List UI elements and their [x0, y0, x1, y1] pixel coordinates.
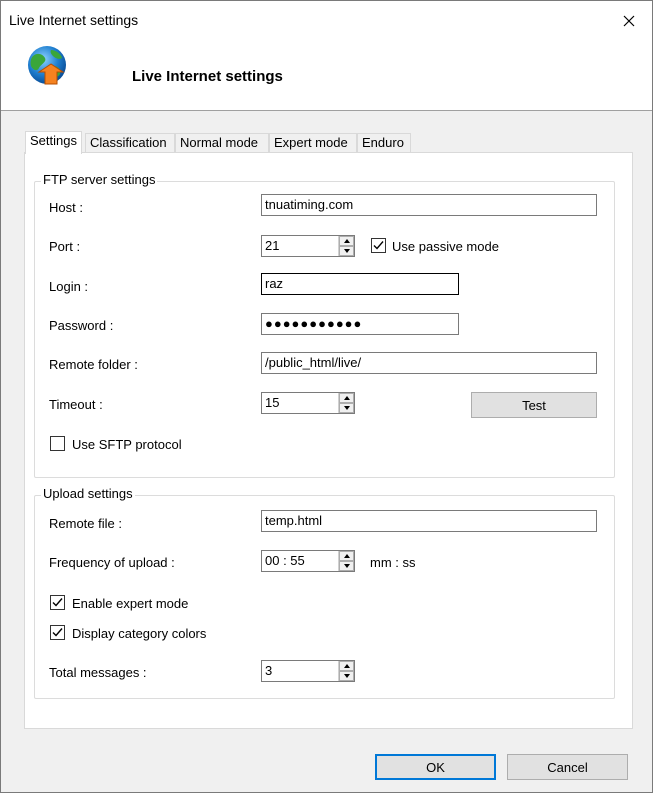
frequency-stepper[interactable]: 00 : 55	[261, 550, 355, 572]
arrow-down-icon	[343, 249, 350, 253]
remote-file-label: Remote file :	[49, 516, 122, 531]
login-input[interactable]: raz	[261, 273, 459, 295]
arrow-down-icon	[343, 564, 350, 568]
port-increment-button[interactable]	[339, 236, 354, 246]
upload-group-title: Upload settings	[41, 486, 135, 501]
passive-mode-checkbox[interactable]	[371, 238, 386, 253]
ftp-group-title: FTP server settings	[41, 172, 158, 187]
total-messages-decrement-button[interactable]	[339, 671, 354, 681]
remote-file-input[interactable]: temp.html	[261, 510, 597, 532]
port-label: Port :	[49, 239, 81, 254]
category-colors-label[interactable]: Display category colors	[72, 626, 206, 641]
timeout-label: Timeout :	[49, 397, 103, 412]
passive-mode-label[interactable]: Use passive mode	[392, 239, 499, 254]
remote-folder-input[interactable]: /public_html/live/	[261, 352, 597, 374]
port-stepper[interactable]: 21	[261, 235, 355, 257]
port-decrement-button[interactable]	[339, 246, 354, 256]
sftp-checkbox[interactable]	[50, 436, 65, 451]
tab-expert-mode[interactable]: Expert mode	[269, 133, 357, 153]
login-label: Login :	[49, 279, 89, 294]
frequency-value: 00 : 55	[265, 553, 305, 568]
expert-mode-label[interactable]: Enable expert mode	[72, 596, 188, 611]
timeout-value: 15	[265, 395, 280, 410]
globe-upload-icon	[28, 46, 66, 85]
close-icon	[623, 15, 635, 27]
settings-tab-panel: FTP server settings Host : tnuatiming.co…	[24, 152, 633, 729]
checkmark-icon	[52, 598, 63, 607]
frequency-unit: mm : ss	[370, 555, 416, 570]
checkmark-icon	[373, 241, 384, 250]
host-input[interactable]: tnuatiming.com	[261, 194, 597, 216]
arrow-down-icon	[343, 406, 350, 410]
arrow-up-icon	[343, 396, 350, 400]
arrow-down-icon	[343, 674, 350, 678]
expert-mode-checkbox[interactable]	[50, 595, 65, 610]
window-title: Live Internet settings	[9, 12, 139, 28]
tab-normal-mode[interactable]: Normal mode	[175, 133, 269, 153]
frequency-decrement-button[interactable]	[339, 561, 354, 571]
port-value: 21	[265, 238, 280, 253]
checkmark-icon	[52, 628, 63, 637]
arrow-up-icon	[343, 664, 350, 668]
timeout-increment-button[interactable]	[339, 393, 354, 403]
password-input[interactable]: ●●●●●●●●●●●	[261, 313, 459, 335]
title-bar: Live Internet settings	[1, 1, 652, 41]
total-messages-value: 3	[265, 663, 273, 678]
tab-settings[interactable]: Settings	[25, 131, 82, 154]
tab-enduro[interactable]: Enduro	[357, 133, 411, 153]
header-title: Live Internet settings	[132, 68, 283, 85]
timeout-stepper[interactable]: 15	[261, 392, 355, 414]
total-messages-stepper[interactable]: 3	[261, 660, 355, 682]
sftp-label[interactable]: Use SFTP protocol	[72, 437, 182, 452]
close-button[interactable]	[606, 1, 652, 41]
host-label: Host :	[49, 200, 83, 215]
tab-classification[interactable]: Classification	[85, 133, 175, 153]
total-messages-label: Total messages :	[49, 665, 147, 680]
cancel-button[interactable]: Cancel	[507, 754, 628, 780]
password-label: Password :	[49, 318, 114, 333]
ok-button[interactable]: OK	[375, 754, 496, 780]
remote-folder-label: Remote folder :	[49, 357, 138, 372]
arrow-up-icon	[343, 239, 350, 243]
dialog-header: Live Internet settings	[1, 41, 652, 111]
arrow-up-icon	[343, 554, 350, 558]
frequency-increment-button[interactable]	[339, 551, 354, 561]
test-button[interactable]: Test	[471, 392, 597, 418]
frequency-label: Frequency of upload :	[49, 555, 175, 570]
category-colors-checkbox[interactable]	[50, 625, 65, 640]
dialog-window: Live Internet settings Live Internet set…	[0, 0, 653, 793]
timeout-decrement-button[interactable]	[339, 403, 354, 413]
total-messages-increment-button[interactable]	[339, 661, 354, 671]
